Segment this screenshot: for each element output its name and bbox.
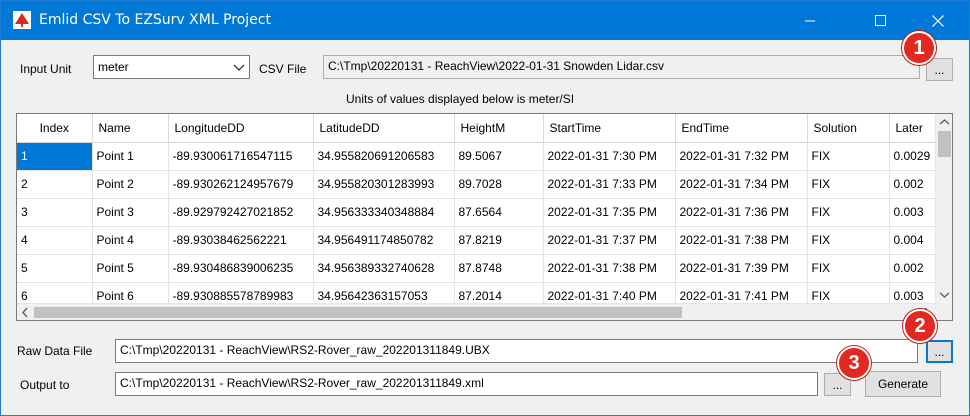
table-row[interactable]: 3 Point 3 -89.929792427021852 34.9563333403… xyxy=(17,198,940,227)
grid-body: 1 Point 1 -89.930061716547115 34.9558206912… xyxy=(17,142,940,311)
column-header[interactable]: Name xyxy=(92,114,169,143)
table-cell[interactable]: 0.0029 xyxy=(889,142,940,171)
table-cell[interactable]: Point 2 xyxy=(92,170,169,199)
close-icon xyxy=(932,14,944,27)
input-unit-select[interactable]: meter xyxy=(93,55,250,79)
table-cell[interactable]: 34.956333340348884 xyxy=(313,198,455,227)
table-cell[interactable]: Point 5 xyxy=(92,254,169,283)
table-cell[interactable]: 87.6564 xyxy=(454,198,544,227)
table-cell[interactable]: 0.002 xyxy=(889,254,940,283)
table-cell[interactable]: 34.955820301283993 xyxy=(313,170,455,199)
table-cell[interactable]: Point 1 xyxy=(92,142,169,171)
table-cell[interactable]: 0.003 xyxy=(889,198,940,227)
scroll-left-icon[interactable] xyxy=(17,304,34,321)
grid-horizontal-scrollbar[interactable] xyxy=(17,303,935,320)
column-header[interactable]: EndTime xyxy=(675,114,808,143)
table-cell[interactable]: 2022-01-31 7:33 PM xyxy=(543,170,676,199)
table-cell[interactable]: FIX xyxy=(807,254,890,283)
table-cell[interactable]: -89.929792427021852 xyxy=(168,198,314,227)
grid-header-row: Index Name LongitudeDD LatitudeDD HeightM Sta… xyxy=(17,114,940,143)
table-cell[interactable]: 89.7028 xyxy=(454,170,544,199)
horizontal-scroll-thumb[interactable] xyxy=(34,307,682,318)
input-unit-value: meter xyxy=(98,60,129,74)
callout-1: 1 xyxy=(902,31,936,65)
table-cell[interactable]: 2022-01-31 7:39 PM xyxy=(675,254,808,283)
table-cell[interactable]: 2022-01-31 7:36 PM xyxy=(675,198,808,227)
generate-button[interactable]: Generate xyxy=(865,371,941,397)
table-cell[interactable]: 2 xyxy=(17,170,93,199)
units-note: Units of values displayed below is meter… xyxy=(346,92,575,106)
table-cell[interactable]: 4 xyxy=(17,226,93,255)
table-cell[interactable]: 87.8748 xyxy=(454,254,544,283)
table-cell[interactable]: -89.93038462562221 xyxy=(168,226,314,255)
table-cell[interactable]: FIX xyxy=(807,170,890,199)
table-row[interactable]: 2 Point 2 -89.930262124957679 34.9558203012… xyxy=(17,170,940,199)
app-window: Emlid CSV To EZSurv XML Project Input Un… xyxy=(0,0,970,416)
table-cell[interactable]: 1 xyxy=(17,142,93,171)
points-grid[interactable]: Index Name LongitudeDD LatitudeDD HeightM Sta… xyxy=(16,113,953,321)
output-file-field[interactable]: C:\Tmp\20220131 - ReachView\RS2-Rover_ra… xyxy=(115,372,818,396)
table-row[interactable]: 4 Point 4 -89.93038462562221 34.95649117485… xyxy=(17,226,940,255)
column-header[interactable]: Index xyxy=(17,114,93,143)
callout-3: 3 xyxy=(837,346,871,380)
table-row[interactable]: 5 Point 5 -89.930486839006235 34.9563893327… xyxy=(17,254,940,283)
minimize-icon xyxy=(804,20,815,22)
column-header[interactable]: Later xyxy=(889,114,940,143)
table-cell[interactable]: 2022-01-31 7:32 PM xyxy=(675,142,808,171)
csv-file-label: CSV File xyxy=(259,62,307,76)
column-header[interactable]: LongitudeDD xyxy=(168,114,314,143)
points-table: Index Name LongitudeDD LatitudeDD HeightM Sta… xyxy=(17,114,940,311)
table-cell[interactable]: -89.930061716547115 xyxy=(168,142,314,171)
table-cell[interactable]: Point 4 xyxy=(92,226,169,255)
table-cell[interactable]: 2022-01-31 7:35 PM xyxy=(543,198,676,227)
scroll-up-icon[interactable] xyxy=(936,114,953,131)
title-bar[interactable]: Emlid CSV To EZSurv XML Project xyxy=(1,1,969,40)
table-cell[interactable]: -89.930262124957679 xyxy=(168,170,314,199)
table-cell[interactable]: FIX xyxy=(807,226,890,255)
table-cell[interactable]: 2022-01-31 7:37 PM xyxy=(543,226,676,255)
table-cell[interactable]: 5 xyxy=(17,254,93,283)
raw-data-browse-button[interactable]: ... xyxy=(926,340,953,363)
app-logo-icon xyxy=(13,11,31,29)
table-cell[interactable]: 2022-01-31 7:30 PM xyxy=(543,142,676,171)
table-cell[interactable]: FIX xyxy=(807,142,890,171)
column-header[interactable]: StartTime xyxy=(543,114,676,143)
chevron-down-icon xyxy=(233,61,245,75)
table-cell[interactable]: -89.930486839006235 xyxy=(168,254,314,283)
table-cell[interactable]: FIX xyxy=(807,198,890,227)
column-header[interactable]: HeightM xyxy=(454,114,544,143)
maximize-icon xyxy=(874,15,886,26)
table-cell[interactable]: 2022-01-31 7:34 PM xyxy=(675,170,808,199)
table-cell[interactable]: 3 xyxy=(17,198,93,227)
column-header[interactable]: Solution xyxy=(807,114,890,143)
output-to-label: Output to xyxy=(20,378,70,392)
table-cell[interactable]: 34.956389332740628 xyxy=(313,254,455,283)
maximize-button[interactable] xyxy=(857,1,903,40)
vertical-scroll-thumb[interactable] xyxy=(938,131,951,157)
minimize-button[interactable] xyxy=(787,1,833,40)
csv-browse-button[interactable]: ... xyxy=(926,58,953,81)
window-title: Emlid CSV To EZSurv XML Project xyxy=(39,12,271,28)
table-cell[interactable]: 34.956491174850782 xyxy=(313,226,455,255)
table-cell[interactable]: Point 3 xyxy=(92,198,169,227)
csv-file-field[interactable]: C:\Tmp\20220131 - ReachView\2022-01-31 S… xyxy=(323,55,920,79)
raw-data-file-label: Raw Data File xyxy=(17,344,93,358)
table-cell[interactable]: 0.002 xyxy=(889,170,940,199)
input-unit-label: Input Unit xyxy=(20,62,72,76)
callout-2: 2 xyxy=(903,309,937,343)
table-cell[interactable]: 2022-01-31 7:38 PM xyxy=(675,226,808,255)
raw-data-file-field[interactable]: C:\Tmp\20220131 - ReachView\RS2-Rover_ra… xyxy=(115,339,918,363)
column-header[interactable]: LatitudeDD xyxy=(313,114,455,143)
scroll-down-icon[interactable] xyxy=(936,286,953,303)
table-row[interactable]: 1 Point 1 -89.930061716547115 34.9558206912… xyxy=(17,142,940,171)
scroll-corner xyxy=(935,303,952,320)
grid-vertical-scrollbar[interactable] xyxy=(935,114,952,303)
table-cell[interactable]: 87.8219 xyxy=(454,226,544,255)
table-cell[interactable]: 34.955820691206583 xyxy=(313,142,455,171)
table-cell[interactable]: 0.004 xyxy=(889,226,940,255)
table-cell[interactable]: 89.5067 xyxy=(454,142,544,171)
table-cell[interactable]: 2022-01-31 7:38 PM xyxy=(543,254,676,283)
